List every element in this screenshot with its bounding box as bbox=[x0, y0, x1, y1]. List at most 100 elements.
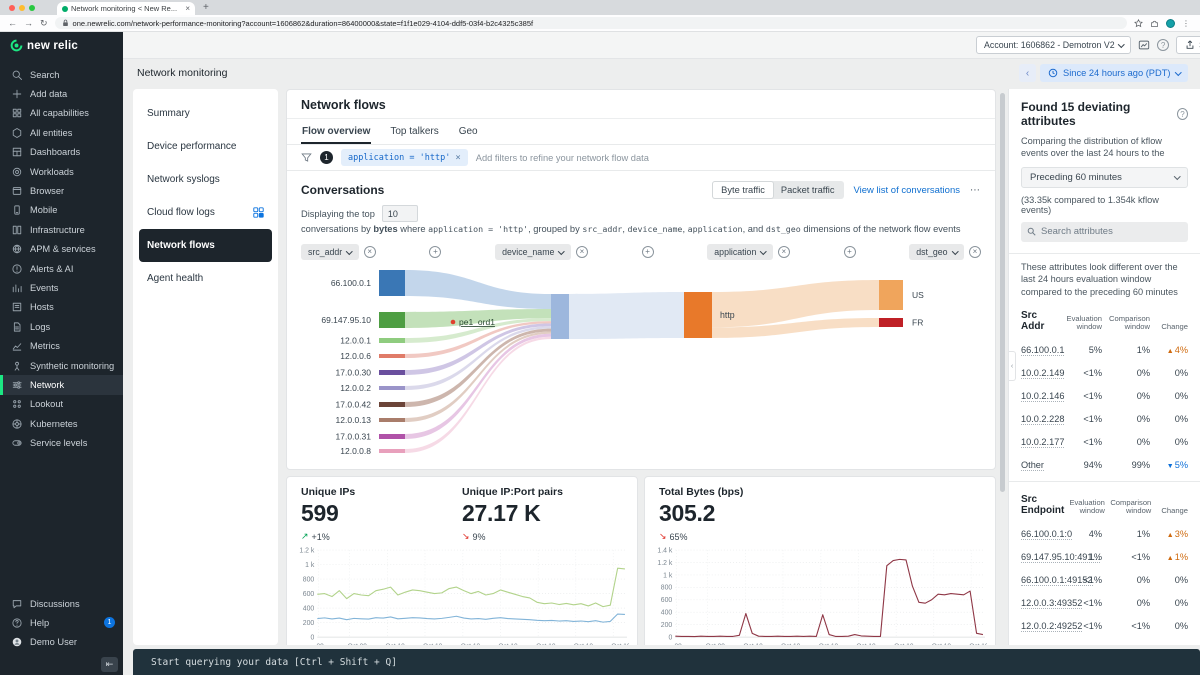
newrelic-logo[interactable]: new relic bbox=[0, 32, 123, 59]
attribute-row[interactable]: 10.0.2.149 <1% 0% 0% bbox=[1021, 368, 1188, 380]
total-bytes-chart[interactable]: 02004006008001 k1.2 k1.4 k09,pmOct 09,11… bbox=[649, 544, 987, 645]
reload-icon[interactable]: ↻ bbox=[40, 18, 48, 28]
attribute-row[interactable]: 10.0.2.177 <1% 0% 0% bbox=[1021, 437, 1188, 449]
attribute-label[interactable]: Other bbox=[1021, 644, 1060, 645]
sidebar-item-events[interactable]: Events bbox=[0, 278, 123, 297]
attribute-label[interactable]: 69.147.95.10:491... bbox=[1021, 552, 1101, 564]
sidebar-item-lookout[interactable]: Lookout bbox=[0, 395, 123, 414]
zoom-window-button[interactable] bbox=[29, 5, 35, 11]
sidebar-item-all-entities[interactable]: All entities bbox=[0, 123, 123, 142]
sidebar-item-add-data[interactable]: Add data bbox=[0, 84, 123, 103]
url-bar[interactable]: one.newrelic.com/network-performance-mon… bbox=[54, 17, 1127, 29]
sidebar-item-synthetic-monitoring[interactable]: Synthetic monitoring bbox=[0, 356, 123, 375]
attribute-label[interactable]: 10.0.2.146 bbox=[1021, 391, 1065, 403]
profile-avatar[interactable] bbox=[1166, 18, 1175, 28]
subnav-item-network-syslogs[interactable]: Network syslogs bbox=[139, 163, 272, 196]
sidebar-item-help[interactable]: Help 1 bbox=[0, 613, 123, 632]
attribute-row[interactable]: 12.0.0.3:49352 <1% 0% 0% bbox=[1021, 598, 1188, 610]
attribute-label[interactable]: Other bbox=[1021, 460, 1060, 472]
tab-geo[interactable]: Geo bbox=[458, 119, 479, 144]
help-icon[interactable]: ? bbox=[1157, 39, 1170, 51]
sidebar-item-discussions[interactable]: Discussions bbox=[0, 594, 123, 613]
new-tab-button[interactable]: + bbox=[203, 2, 209, 13]
sidebar-item-logs[interactable]: Logs bbox=[0, 317, 123, 336]
scrollbar-thumb[interactable] bbox=[1000, 93, 1005, 492]
remove-dimension-icon[interactable]: × bbox=[575, 246, 588, 258]
sidebar-item-all-capabilities[interactable]: All capabilities bbox=[0, 104, 123, 123]
view-conversations-link[interactable]: View list of conversations bbox=[854, 185, 961, 196]
sidebar-item-metrics[interactable]: Metrics bbox=[0, 336, 123, 355]
subnav-item-summary[interactable]: Summary bbox=[139, 97, 272, 130]
help-tooltip-icon[interactable]: ? bbox=[1176, 108, 1188, 120]
attribute-search[interactable] bbox=[1021, 221, 1188, 242]
attribute-label[interactable]: 66.100.0.1 bbox=[1021, 345, 1065, 357]
minimize-window-button[interactable] bbox=[19, 5, 25, 11]
time-picker[interactable]: Since 24 hours ago (PDT) bbox=[1040, 64, 1188, 82]
attribute-label[interactable]: 10.0.2.177 bbox=[1021, 437, 1065, 449]
sidebar-item-hosts[interactable]: Hosts bbox=[0, 298, 123, 317]
extensions-icon[interactable] bbox=[1150, 19, 1159, 28]
browser-menu-icon[interactable]: ⋮ bbox=[1182, 19, 1190, 28]
attribute-row[interactable]: Other 94% 99% ▼5% bbox=[1021, 460, 1188, 472]
main-scrollbar[interactable] bbox=[1000, 91, 1005, 645]
tab-close-icon[interactable]: × bbox=[185, 4, 190, 13]
attribute-label[interactable]: 66.100.0.1:0 bbox=[1021, 529, 1073, 541]
collapse-sidebar-button[interactable]: ⇤ bbox=[101, 657, 118, 672]
remove-dimension-icon[interactable]: × bbox=[777, 246, 790, 258]
close-window-button[interactable] bbox=[9, 5, 15, 11]
attribute-label[interactable]: 10.0.2.149 bbox=[1021, 368, 1065, 380]
dimension-chip-device-name[interactable]: device_name bbox=[495, 244, 571, 260]
filter-bar[interactable]: 1 application = 'http' × Add filters to r… bbox=[287, 145, 995, 171]
toggle-byte-traffic[interactable]: Byte traffic bbox=[713, 182, 773, 198]
attribute-row[interactable]: 66.100.0.1 5% 1% ▲4% bbox=[1021, 345, 1188, 357]
sidebar-item-dashboards[interactable]: Dashboards bbox=[0, 143, 123, 162]
toggle-packet-traffic[interactable]: Packet traffic bbox=[773, 182, 843, 198]
collapse-right-panel-button[interactable]: ‹ bbox=[1009, 351, 1016, 381]
query-bar[interactable]: Start querying your data [Ctrl + Shift +… bbox=[133, 649, 1200, 675]
attribute-row[interactable]: Other95%99%▼4% bbox=[1021, 644, 1188, 645]
attribute-row[interactable]: 66.100.0.1:49152 <1% 0% 0% bbox=[1021, 575, 1188, 587]
sidebar-item-mobile[interactable]: Mobile bbox=[0, 201, 123, 220]
sidebar-item-service-levels[interactable]: Service levels bbox=[0, 433, 123, 452]
browser-tab[interactable]: Network monitoring < New Re... × bbox=[57, 2, 195, 15]
unique-ips-chart[interactable]: 02004006008001 k1.2 k09,pmOct 09,11:00pm… bbox=[291, 544, 629, 645]
add-dimension-icon[interactable]: + bbox=[641, 246, 654, 258]
dimension-chip-application[interactable]: application bbox=[707, 244, 773, 260]
activity-center-icon[interactable] bbox=[1138, 39, 1150, 51]
attribute-row[interactable]: 12.0.0.2:49252 <1% <1% 0% bbox=[1021, 621, 1188, 633]
attribute-label[interactable]: 10.0.2.228 bbox=[1021, 414, 1065, 426]
top-count-input[interactable] bbox=[381, 205, 418, 222]
remove-dimension-icon[interactable]: × bbox=[969, 246, 982, 258]
attribute-row[interactable]: 10.0.2.228 <1% 0% 0% bbox=[1021, 414, 1188, 426]
account-switcher[interactable]: Account: 1606862 - Demotron V2 bbox=[976, 36, 1132, 54]
sidebar-item-demo-user[interactable]: Demo User bbox=[0, 633, 123, 652]
tab-flow-overview[interactable]: Flow overview bbox=[301, 119, 372, 144]
forward-icon[interactable]: → bbox=[24, 18, 33, 28]
time-back-button[interactable]: ‹ bbox=[1019, 64, 1037, 82]
attribute-row[interactable]: 69.147.95.10:491... 1% <1% ▲1% bbox=[1021, 552, 1188, 564]
conversations-sankey[interactable]: 66.100.0.1 69.147.95.10 12.0.0.1 12.0.0.6 17… bbox=[287, 264, 995, 469]
remove-dimension-icon[interactable]: × bbox=[363, 246, 376, 258]
sidebar-item-network[interactable]: Network bbox=[0, 375, 123, 396]
attribute-row[interactable]: 10.0.2.146 <1% 0% 0% bbox=[1021, 391, 1188, 403]
sidebar-item-alerts-ai[interactable]: Alerts & AI bbox=[0, 259, 123, 278]
attribute-label[interactable]: 66.100.0.1:49152 bbox=[1021, 575, 1093, 587]
more-menu-icon[interactable]: ⋯ bbox=[970, 185, 981, 196]
sidebar-item-search[interactable]: Search bbox=[0, 65, 123, 84]
sidebar-item-infrastructure[interactable]: Infrastructure bbox=[0, 220, 123, 239]
subnav-item-cloud-flow-logs[interactable]: Cloud flow logs bbox=[139, 196, 272, 229]
dimension-chip-dst-geo[interactable]: dst_geo bbox=[909, 244, 965, 260]
subnav-item-device-performance[interactable]: Device performance bbox=[139, 130, 272, 163]
attribute-row[interactable]: 66.100.0.1:0 4% 1% ▲3% bbox=[1021, 529, 1188, 541]
comparison-window-select[interactable]: Preceding 60 minutes bbox=[1021, 166, 1188, 188]
attribute-label[interactable]: 12.0.0.3:49352 bbox=[1021, 598, 1083, 610]
back-icon[interactable]: ← bbox=[8, 18, 17, 28]
dimension-chip-src-addr[interactable]: src_addr bbox=[301, 244, 359, 260]
attribute-search-input[interactable] bbox=[1041, 226, 1182, 238]
sidebar-item-apm-services[interactable]: APM & services bbox=[0, 240, 123, 259]
add-dimension-icon[interactable]: + bbox=[843, 246, 856, 258]
tab-top-talkers[interactable]: Top talkers bbox=[389, 119, 439, 144]
remove-filter-icon[interactable]: × bbox=[455, 153, 460, 163]
share-button[interactable]: S bbox=[1176, 36, 1200, 54]
sidebar-item-kubernetes[interactable]: Kubernetes bbox=[0, 414, 123, 433]
